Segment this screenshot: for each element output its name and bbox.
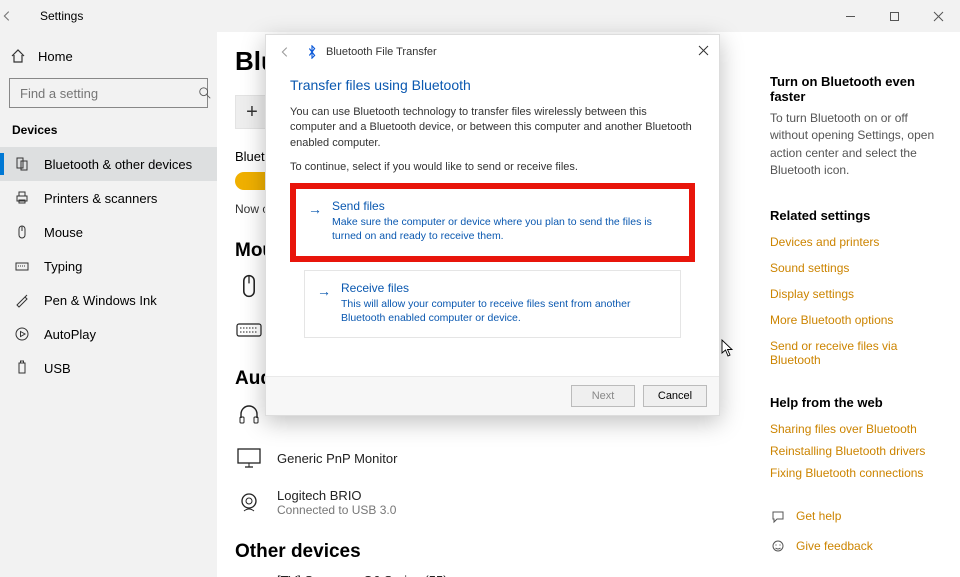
sidebar-item-pen[interactable]: Pen & Windows Ink [0,283,217,317]
device-logitech[interactable]: Logitech BRIO Connected to USB 3.0 [235,488,770,517]
dialog-title: Transfer files using Bluetooth [290,77,695,93]
printer-icon [14,190,30,206]
link-devices-printers[interactable]: Devices and printers [770,235,946,249]
section-other: Other devices [235,541,770,563]
sidebar: Home Devices Bluetooth & other devices P… [0,32,217,577]
right-heading-help: Help from the web [770,395,946,410]
home-label: Home [38,49,73,64]
device-name: Logitech BRIO [277,488,396,503]
headphones-icon [235,400,263,428]
link-display[interactable]: Display settings [770,287,946,301]
help-icon [770,508,786,524]
option-send-files[interactable]: → Send files Make sure the computer or d… [290,183,695,261]
window-title: Settings [40,9,83,23]
dialog-close-button[interactable] [698,45,709,56]
mouse-icon [235,272,263,300]
sidebar-item-label: Pen & Windows Ink [44,293,157,308]
next-button[interactable]: Next [571,385,635,407]
arrow-right-icon: → [308,199,322,243]
device-monitor[interactable]: Generic PnP Monitor [235,444,770,472]
sidebar-section: Devices [12,123,205,137]
sidebar-item-bluetooth[interactable]: Bluetooth & other devices [0,147,217,181]
give-feedback-link[interactable]: Give feedback [770,538,946,554]
feedback-label: Give feedback [796,539,873,553]
link-sound[interactable]: Sound settings [770,261,946,275]
option-receive-desc: This will allow your computer to receive… [341,297,668,325]
minimize-button[interactable] [828,0,872,32]
sidebar-item-label: USB [44,361,71,376]
sidebar-item-label: Printers & scanners [44,191,157,206]
search-input[interactable] [9,78,208,108]
pen-icon [14,292,30,308]
sidebar-item-printers[interactable]: Printers & scanners [0,181,217,215]
bluetooth-transfer-dialog: Bluetooth File Transfer Transfer files u… [265,34,720,416]
back-button[interactable] [0,9,40,23]
help-link-sharing[interactable]: Sharing files over Bluetooth [770,422,946,436]
dialog-description: You can use Bluetooth technology to tran… [290,105,695,151]
devices-icon [14,156,30,172]
sidebar-item-label: Typing [44,259,82,274]
dialog-instruction: To continue, select if you would like to… [290,161,695,173]
right-heading-related: Related settings [770,208,946,223]
sidebar-item-label: Bluetooth & other devices [44,157,192,172]
device-name: [TV] Samsung Q6 Series (55) [277,573,448,577]
option-receive-title: Receive files [341,281,668,295]
search-icon [198,86,212,100]
right-paragraph-fast: To turn Bluetooth on or off without open… [770,110,946,180]
autoplay-icon [14,326,30,342]
home-nav[interactable]: Home [0,40,217,74]
option-send-title: Send files [332,199,677,213]
keyboard-icon [235,316,263,344]
device-status: Connected to USB 3.0 [277,503,396,517]
sidebar-item-mouse[interactable]: Mouse [0,215,217,249]
dialog-back-button[interactable] [278,45,292,59]
sidebar-item-label: AutoPlay [44,327,96,342]
sidebar-item-typing[interactable]: Typing [0,249,217,283]
mouse-icon [14,224,30,240]
get-help-link[interactable]: Get help [770,508,946,524]
sidebar-item-autoplay[interactable]: AutoPlay [0,317,217,351]
right-panel: Turn on Bluetooth even faster To turn Bl… [770,32,960,577]
sidebar-item-usb[interactable]: USB [0,351,217,385]
maximize-button[interactable] [872,0,916,32]
search-field[interactable] [18,85,198,102]
help-link-fixing[interactable]: Fixing Bluetooth connections [770,466,946,480]
right-heading-fast: Turn on Bluetooth even faster [770,74,946,104]
link-send-receive[interactable]: Send or receive files via Bluetooth [770,339,946,367]
arrow-right-icon: → [317,281,331,325]
get-help-label: Get help [796,509,841,523]
feedback-icon [770,538,786,554]
usb-icon [14,360,30,376]
cancel-button[interactable]: Cancel [643,385,707,407]
monitor-icon [235,444,263,472]
link-more-bt[interactable]: More Bluetooth options [770,313,946,327]
home-icon [10,48,26,64]
bluetooth-icon [306,45,318,59]
webcam-icon [235,489,263,517]
dialog-wizard-name: Bluetooth File Transfer [326,46,437,58]
add-device-button[interactable]: + [235,95,269,129]
close-button[interactable] [916,0,960,32]
device-name: Generic PnP Monitor [277,451,397,466]
cast-icon [235,574,263,577]
option-receive-files[interactable]: → Receive files This will allow your com… [304,270,681,338]
option-send-desc: Make sure the computer or device where y… [332,215,677,243]
device-tv[interactable]: [TV] Samsung Q6 Series (55) Not connecte… [235,573,770,577]
help-link-reinstall[interactable]: Reinstalling Bluetooth drivers [770,444,946,458]
sidebar-item-label: Mouse [44,225,83,240]
keyboard-icon [14,258,30,274]
